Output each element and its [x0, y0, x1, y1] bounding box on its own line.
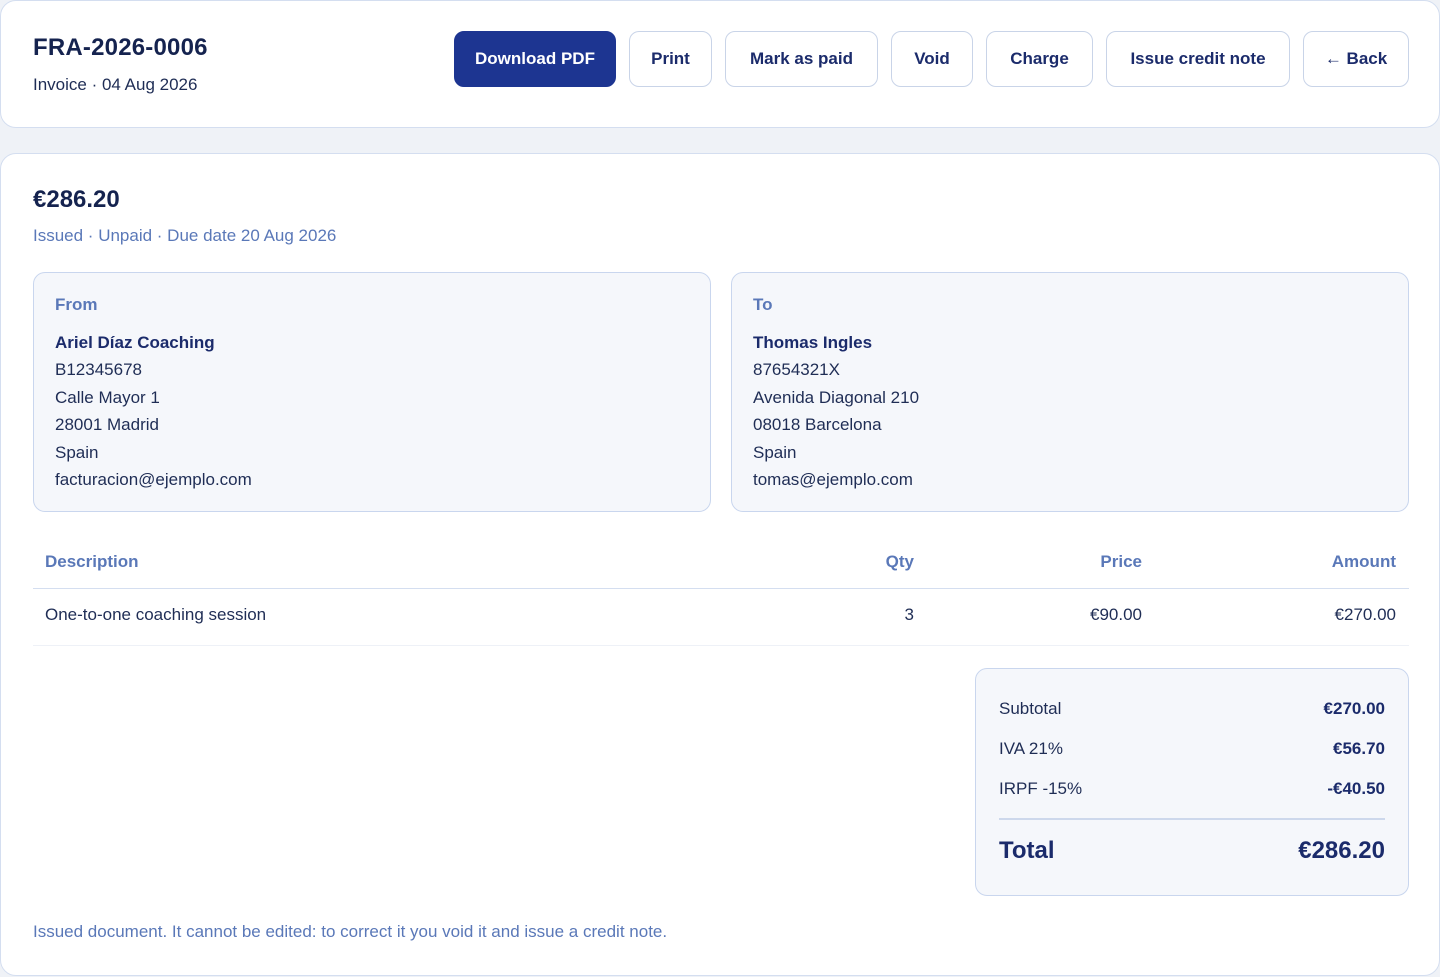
item-qty: 3 [904, 605, 914, 624]
line-items-table: Description Qty Price Amount One-to-one … [33, 538, 1409, 646]
irpf-row: IRPF -15% -€40.50 [999, 779, 1385, 803]
to-party-card: To Thomas Ingles 87654321X Avenida Diago… [731, 272, 1409, 512]
total-value: €286.20 [1298, 837, 1385, 864]
mark-as-paid-button[interactable]: Mark as paid [725, 31, 878, 87]
table-header: Description Qty Price Amount [33, 538, 1409, 589]
invoice-detail: €286.20 Issued · Unpaid · Due date 20 Au… [0, 153, 1440, 976]
to-address: Avenida Diagonal 210 [753, 387, 920, 407]
to-name: Thomas Ingles [753, 333, 873, 352]
back-button[interactable]: ← Back [1303, 31, 1409, 87]
to-email: tomas@ejemplo.com [753, 469, 913, 489]
to-city: 08018 Barcelona [753, 415, 882, 435]
from-city: 28001 Madrid [55, 415, 159, 435]
invoice-header: FRA-2026-0006 Invoice · 04 Aug 2026 Down… [0, 0, 1440, 128]
footer-note: Issued document. It cannot be edited: to… [33, 922, 668, 941]
from-label: From [55, 295, 98, 314]
subtotal-label: Subtotal [999, 699, 1062, 718]
to-country: Spain [753, 442, 797, 462]
invoice-status: Issued · Unpaid · Due date 20 Aug 2026 [33, 226, 337, 245]
irpf-value: -€40.50 [1327, 779, 1385, 798]
from-country: Spain [55, 442, 99, 462]
iva-value: €56.70 [1333, 739, 1385, 758]
irpf-label: IRPF -15% [999, 779, 1083, 798]
issue-credit-note-button[interactable]: Issue credit note [1106, 31, 1290, 87]
from-address: Calle Mayor 1 [55, 387, 160, 407]
col-qty: Qty [885, 552, 914, 571]
item-price: €90.00 [1090, 605, 1142, 624]
col-description: Description [45, 552, 139, 571]
from-name: Ariel Díaz Coaching [55, 333, 215, 352]
totals-divider [999, 818, 1385, 820]
from-party-card: From Ariel Díaz Coaching B12345678 Calle… [33, 272, 711, 512]
to-tax-id: 87654321X [753, 360, 840, 380]
totals-box: Subtotal €270.00 IVA 21% €56.70 IRPF -15… [975, 668, 1409, 896]
to-label: To [753, 295, 773, 314]
print-button[interactable]: Print [629, 31, 712, 87]
total-label: Total [999, 837, 1055, 864]
col-price: Price [1100, 552, 1142, 571]
iva-row: IVA 21% €56.70 [999, 739, 1385, 763]
iva-label: IVA 21% [999, 739, 1063, 758]
subtotal-row: Subtotal €270.00 [999, 699, 1385, 723]
charge-button[interactable]: Charge [986, 31, 1093, 87]
subtotal-value: €270.00 [1323, 699, 1385, 718]
action-bar: Download PDF Print Mark as paid Void Cha… [1, 31, 1439, 87]
from-email: facturacion@ejemplo.com [55, 469, 252, 489]
item-description: One-to-one coaching session [45, 605, 267, 624]
item-amount: €270.00 [1334, 605, 1396, 624]
table-row: One-to-one coaching session 3 €90.00 €27… [33, 589, 1409, 646]
invoice-amount: €286.20 [33, 186, 120, 213]
from-tax-id: B12345678 [55, 360, 142, 380]
download-pdf-button[interactable]: Download PDF [454, 31, 616, 87]
void-button[interactable]: Void [891, 31, 973, 87]
col-amount: Amount [1331, 552, 1396, 571]
